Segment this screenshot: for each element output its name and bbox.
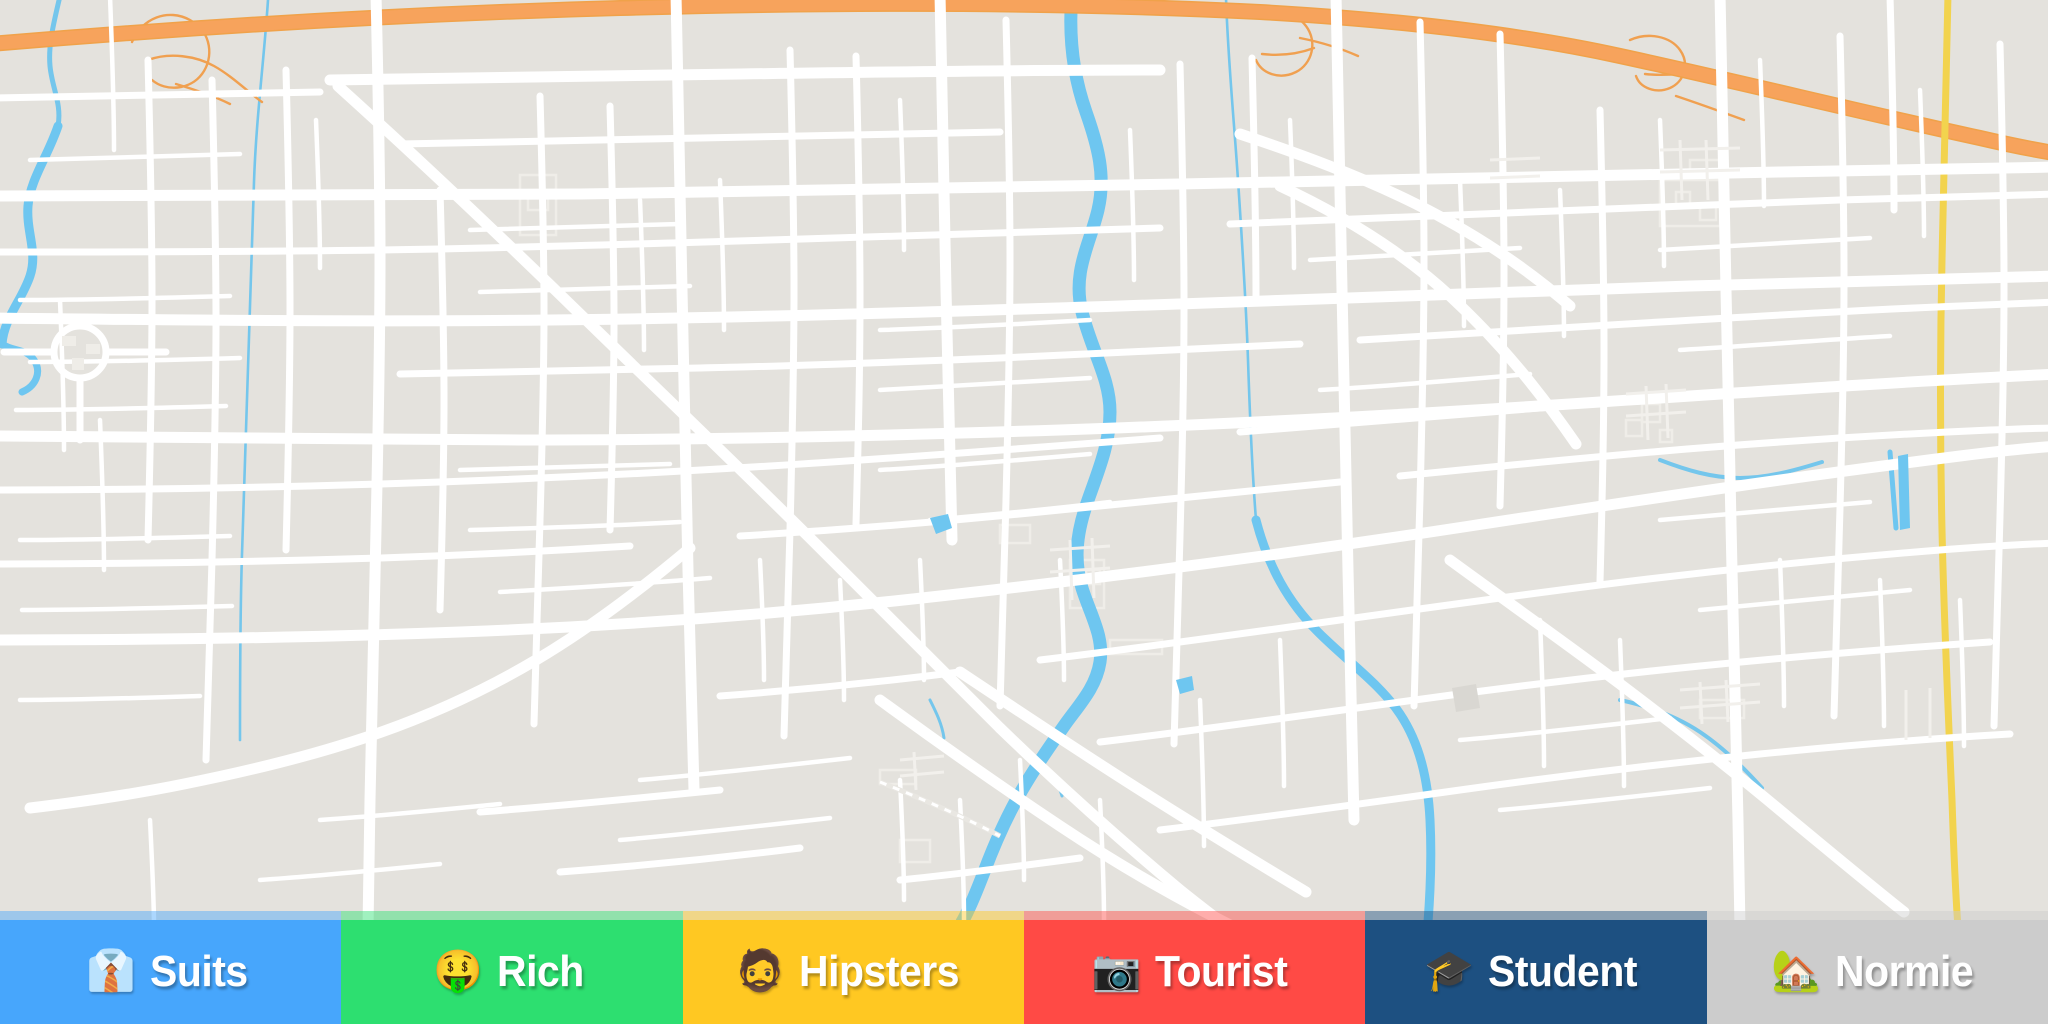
map-viewer: .rd { stroke:#ffffff; fill:none; stroke-… [0, 0, 2048, 1024]
legend-segment-student[interactable]: 🎓 Student [1365, 911, 1707, 1024]
legend-segment-tourist[interactable]: 📷 Tourist [1023, 911, 1366, 1024]
money-mouth-face-icon: 🤑 [433, 949, 484, 993]
legend-label-hipsters: Hipsters [799, 947, 960, 996]
legend-segment-suits[interactable]: 👔 Suits [0, 911, 342, 1024]
legend-label-suits: Suits [150, 947, 248, 996]
legend-label-tourist: Tourist [1155, 947, 1288, 996]
graduation-cap-icon: 🎓 [1423, 949, 1474, 993]
camera-icon: 📷 [1091, 949, 1142, 993]
legend-label-rich: Rich [497, 947, 585, 996]
legend-segment-hipsters[interactable]: 🧔 Hipsters [682, 911, 1025, 1024]
house-with-garden-icon: 🏡 [1771, 949, 1821, 993]
legend-label-student: Student [1487, 947, 1638, 996]
bearded-person-icon: 🧔 [735, 949, 786, 993]
legend-label-normie: Normie [1834, 947, 1974, 996]
legend-bar: 👔 Suits 🤑 Rich 🧔 Hipsters 📷 Tourist 🎓 St… [0, 911, 2048, 1024]
map-vector-layer: .rd { stroke:#ffffff; fill:none; stroke-… [0, 0, 2048, 1024]
necktie-shirt-icon: 👔 [86, 949, 137, 993]
legend-segment-normie[interactable]: 🏡 Normie [1706, 911, 2048, 1024]
map-canvas[interactable]: .rd { stroke:#ffffff; fill:none; stroke-… [0, 0, 2048, 1024]
legend-segment-rich[interactable]: 🤑 Rich [341, 911, 683, 1024]
